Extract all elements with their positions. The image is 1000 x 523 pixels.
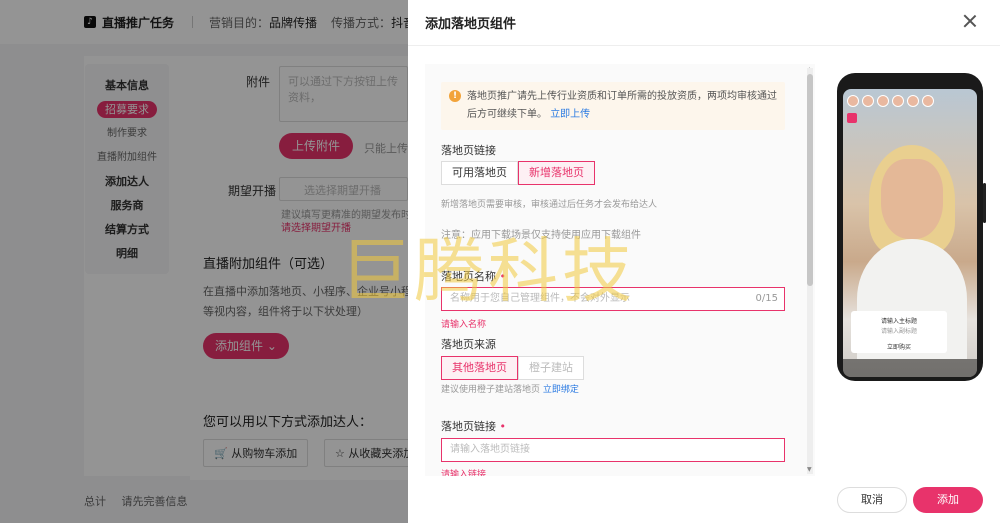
add-button[interactable]: 添加 <box>913 487 983 513</box>
upload-now-link[interactable]: 立即上传 <box>550 109 590 120</box>
preview-card-sub: 请输入副标题 <box>880 328 917 335</box>
new-landing-hint: 新增落地页需要审核，审核通过后任务才会发布给达人 <box>441 200 658 210</box>
preview-face <box>881 159 943 239</box>
preview-avatars <box>847 95 934 107</box>
bind-now-link[interactable]: 立即绑定 <box>543 385 579 395</box>
tab-other-landing[interactable]: 其他落地页 <box>441 356 518 380</box>
scroll-down-icon[interactable]: ▼ <box>807 466 812 473</box>
preview-phone: 请输入主标题 请输入副标题 立即购买 <box>837 73 986 381</box>
source-hint: 建议使用橙子建站落地页 立即绑定 <box>441 385 579 395</box>
url-input[interactable]: 请输入落地页链接 <box>441 438 785 462</box>
name-error: 请输入名称 <box>441 320 487 330</box>
scrollbar[interactable] <box>807 68 813 474</box>
close-icon[interactable] <box>962 13 978 29</box>
watermark-text: 巨腾科技 <box>340 230 636 312</box>
url-label: 落地页链接 • <box>441 420 506 433</box>
source-label: 落地页来源 <box>441 338 496 351</box>
drawer-title: 添加落地页组件 <box>425 17 517 32</box>
warning-icon: ! <box>449 90 461 102</box>
preview-card-button: 立即购买 <box>886 344 911 351</box>
link-label: 落地页链接 <box>441 144 496 157</box>
notice-text: 落地页推广请先上传行业资质和订单所需的投放资质，两项均审核通过后方可继续下单。 <box>467 91 777 120</box>
preview-screen: 请输入主标题 请输入副标题 立即购买 <box>843 89 977 377</box>
cancel-button[interactable]: 取消 <box>837 487 907 513</box>
name-count: 0/15 <box>755 293 778 304</box>
drawer-header: 添加落地页组件 <box>408 0 1000 46</box>
preview-bottom-bar <box>843 359 977 377</box>
preview-card-title: 请输入主标题 <box>880 318 917 325</box>
tab-available-landing[interactable]: 可用落地页 <box>441 161 518 185</box>
tab-new-landing[interactable]: 新增落地页 <box>518 161 595 185</box>
source-tabs: 其他落地页 橙子建站 <box>441 356 584 380</box>
preview-badge-icon <box>847 113 857 123</box>
scrollbar-thumb[interactable] <box>807 74 813 286</box>
preview-landing-card: 请输入主标题 请输入副标题 立即购买 <box>851 311 947 353</box>
tab-orange-site[interactable]: 橙子建站 <box>518 356 584 380</box>
phone-side-button <box>983 183 986 223</box>
qualification-notice: ! 落地页推广请先上传行业资质和订单所需的投放资质，两项均审核通过后方可继续下单… <box>441 82 785 130</box>
url-error: 请输入链接 <box>441 470 487 476</box>
link-tabs: 可用落地页 新增落地页 <box>441 161 595 185</box>
